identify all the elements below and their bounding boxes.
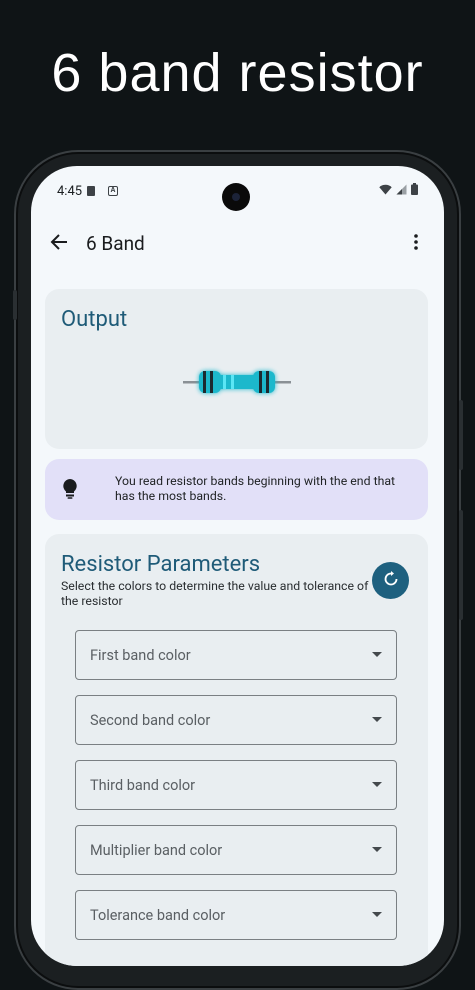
second-band-color-dropdown[interactable]: Second band color (75, 695, 397, 745)
phone-screen: 4:45 A 6 Band Output You read resistor b… (31, 166, 444, 966)
volume-button (459, 510, 463, 620)
side-key (13, 290, 17, 320)
tolerance-band-color-dropdown[interactable]: Tolerance band color (75, 890, 397, 940)
reset-icon (383, 570, 399, 591)
back-arrow-icon (50, 233, 68, 255)
back-button[interactable] (41, 226, 77, 262)
third-band-color-dropdown[interactable]: Third band color (75, 760, 397, 810)
promo-title: 6 band resistor (51, 43, 424, 103)
dropdown-arrow-icon (372, 717, 382, 722)
front-camera (222, 183, 250, 211)
wifi-icon (379, 184, 392, 195)
reset-button[interactable] (372, 562, 409, 599)
power-button (459, 400, 463, 470)
dropdown-arrow-icon (372, 782, 382, 787)
more-vert-icon (414, 234, 418, 254)
output-card: Output (45, 289, 428, 449)
lightbulb-icon (63, 479, 77, 503)
page-title: 6 Band (86, 232, 145, 255)
output-heading: Output (61, 307, 128, 332)
resistor-parameters-card: Resistor Parameters Select the colors to… (45, 534, 428, 966)
resistor-preview (183, 365, 291, 399)
resistor-band-3 (223, 375, 226, 389)
dropdown-label: Second band color (90, 712, 211, 729)
dropdown-arrow-icon (372, 912, 382, 917)
resistor-cap-right (253, 371, 275, 393)
signal-icon (396, 184, 407, 195)
dropdown-arrow-icon (372, 847, 382, 852)
parameters-heading: Resistor Parameters (61, 552, 261, 577)
status-time: 4:45 (57, 184, 83, 199)
dropdown-label: Tolerance band color (90, 907, 226, 924)
first-band-color-dropdown[interactable]: First band color (75, 630, 397, 680)
tip-card: You read resistor bands beginning with t… (45, 459, 428, 520)
parameters-subtitle: Select the colors to determine the value… (61, 580, 369, 609)
dropdown-label: Multiplier band color (90, 842, 223, 859)
resistor-band-1 (203, 371, 206, 393)
dropdown-label: First band color (90, 647, 191, 664)
sim-card-icon (87, 186, 95, 196)
more-options-button[interactable] (398, 226, 434, 262)
resistor-band-5 (259, 371, 262, 393)
text-input-icon: A (108, 186, 118, 196)
status-bar: 4:45 A (31, 166, 444, 214)
resistor-band-4 (231, 375, 234, 389)
battery-icon (411, 183, 418, 195)
status-icons (379, 183, 418, 195)
dropdown-arrow-icon (372, 652, 382, 657)
tip-text: You read resistor bands beginning with t… (115, 475, 396, 504)
app-bar: 6 Band (31, 214, 444, 274)
multiplier-band-color-dropdown[interactable]: Multiplier band color (75, 825, 397, 875)
dropdown-label: Third band color (90, 777, 196, 794)
resistor-band-2 (210, 371, 213, 393)
resistor-band-6 (266, 371, 269, 393)
